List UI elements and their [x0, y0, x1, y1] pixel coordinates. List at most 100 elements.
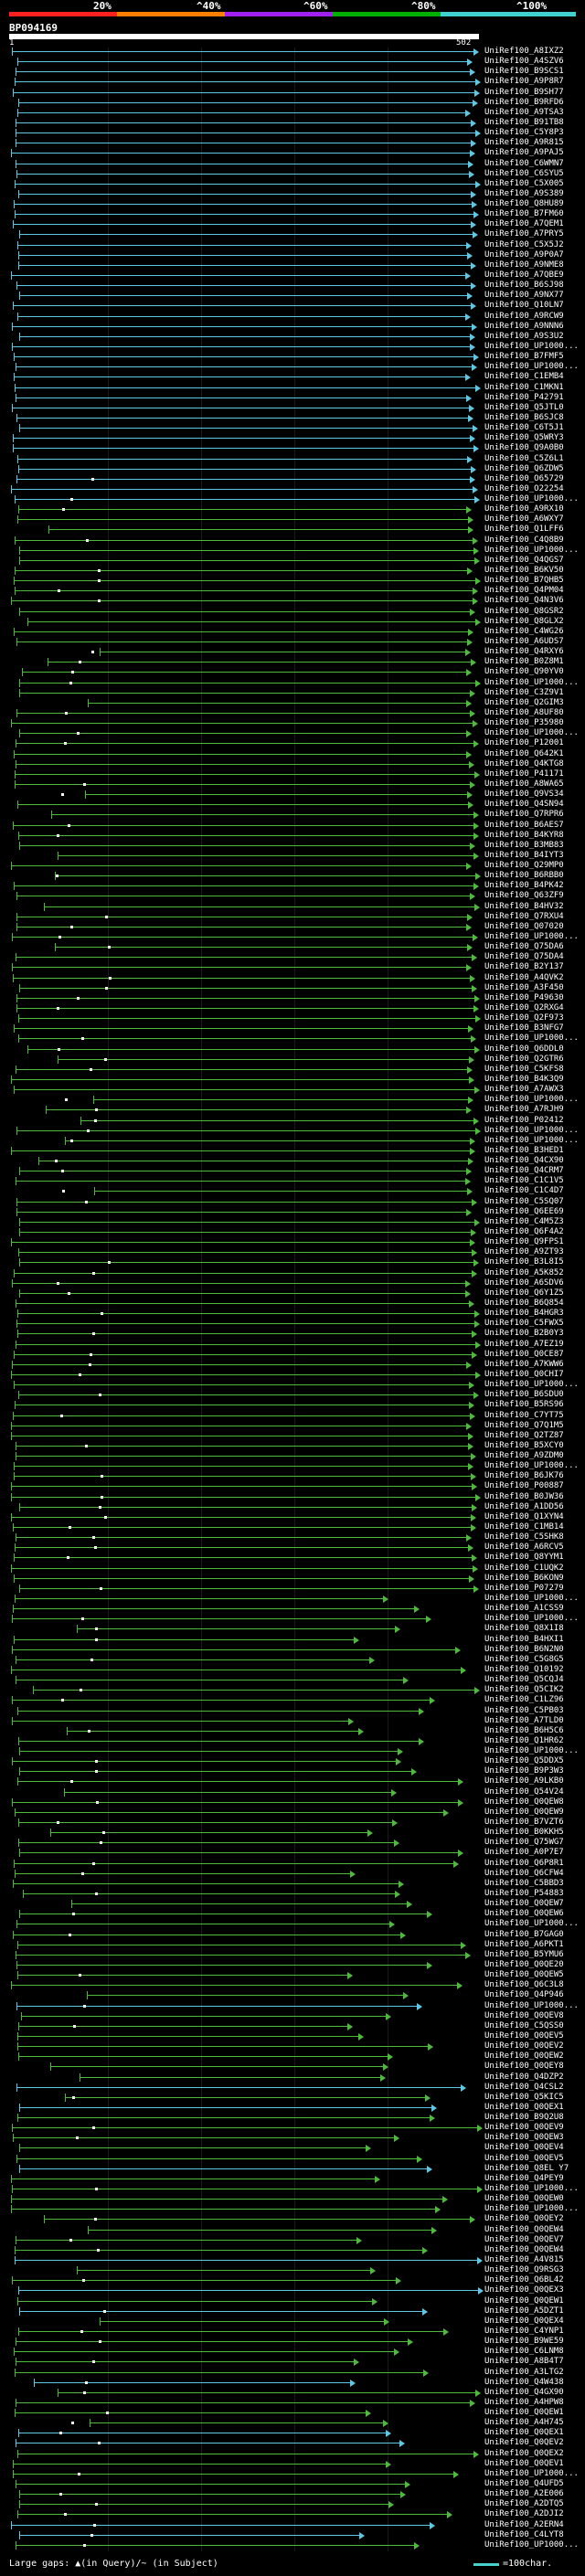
alignment-row[interactable]: UniRef100_O65729 [0, 474, 585, 483]
alignment-row[interactable]: UniRef100_A9ZT93 [0, 1247, 585, 1257]
alignment-row[interactable]: UniRef100_P12001 [0, 738, 585, 748]
hit-label[interactable]: UniRef100_C4Q8B9 [484, 535, 564, 545]
hit-label[interactable]: UniRef100_Q10LN7 [484, 301, 564, 310]
hit-label[interactable]: UniRef100_C5PB03 [484, 1706, 564, 1715]
hit-label[interactable]: UniRef100_Q0QEW5 [484, 1970, 564, 1979]
alignment-row[interactable]: UniRef100_B6KV50 [0, 566, 585, 576]
alignment-row[interactable]: UniRef100_B6AES7 [0, 821, 585, 830]
alignment-row[interactable]: UniRef100_Q90YV0 [0, 667, 585, 677]
alignment-row[interactable]: UniRef100_Q8EL Y7 [0, 2164, 585, 2173]
alignment-row[interactable]: UniRef100_Q4RXY6 [0, 647, 585, 657]
alignment-row[interactable]: UniRef100_Q4GX90 [0, 2388, 585, 2397]
alignment-row[interactable]: UniRef100_B4IYT3 [0, 851, 585, 860]
hit-label[interactable]: UniRef100_C4YNP1 [484, 2327, 564, 2336]
alignment-row[interactable]: UniRef100_B7QHB5 [0, 576, 585, 586]
hit-label[interactable]: UniRef100_UP1000... [484, 546, 579, 555]
hit-label[interactable]: UniRef100_A6PKT1 [484, 1940, 564, 1949]
alignment-row[interactable]: UniRef100_UP1000... [0, 342, 585, 351]
alignment-row[interactable]: UniRef100_Q1LFF6 [0, 525, 585, 535]
hit-label[interactable]: UniRef100_UP1000... [484, 1919, 579, 1928]
hit-label[interactable]: UniRef100_Q0QEY2 [484, 2214, 564, 2223]
alignment-row[interactable]: UniRef100_Q0QEV4 [0, 2143, 585, 2153]
alignment-row[interactable]: UniRef100_Q4PEY9 [0, 2174, 585, 2183]
hit-label[interactable]: UniRef100_Q4PM04 [484, 586, 564, 595]
hit-label[interactable]: UniRef100_Q0QEW1 [484, 2408, 564, 2417]
alignment-row[interactable]: UniRef100_A4SZV6 [0, 57, 585, 67]
hit-label[interactable]: UniRef100_A9NX77 [484, 291, 564, 300]
alignment-row[interactable]: UniRef100_Q0QEV7 [0, 2235, 585, 2244]
hit-label[interactable]: UniRef100_B7QHB5 [484, 576, 564, 585]
hit-label[interactable]: UniRef100_B6JK76 [484, 1471, 564, 1480]
hit-label[interactable]: UniRef100_C1LZ96 [484, 1695, 564, 1704]
alignment-row[interactable]: UniRef100_P41171 [0, 769, 585, 779]
hit-label[interactable]: UniRef100_Q6Y1Z5 [484, 1288, 564, 1298]
hit-label[interactable]: UniRef100_C6WMN7 [484, 159, 564, 168]
alignment-row[interactable]: UniRef100_Q1XYN4 [0, 1512, 585, 1521]
alignment-row[interactable]: UniRef100_A9NME8 [0, 260, 585, 270]
alignment-row[interactable]: UniRef100_Q4N3V6 [0, 596, 585, 606]
hit-label[interactable]: UniRef100_Q4GX90 [484, 2388, 564, 2397]
alignment-row[interactable]: UniRef100_C5X005 [0, 179, 585, 188]
hit-label[interactable]: UniRef100_B3MB83 [484, 841, 564, 850]
hit-label[interactable]: UniRef100_B3HED1 [484, 1146, 564, 1155]
hit-label[interactable]: UniRef100_UP1000... [484, 932, 579, 941]
alignment-row[interactable]: UniRef100_UP1000... [0, 2184, 585, 2194]
alignment-row[interactable]: UniRef100_Q4QGS7 [0, 556, 585, 565]
hit-label[interactable]: UniRef100_C5G8G5 [484, 1655, 564, 1664]
hit-label[interactable]: UniRef100_Q2RXG4 [484, 1003, 564, 1012]
hit-label[interactable]: UniRef100_UP1000... [484, 2001, 579, 2010]
hit-label[interactable]: UniRef100_C4WG26 [484, 627, 564, 636]
alignment-row[interactable]: UniRef100_Q8YYM1 [0, 1553, 585, 1563]
hit-label[interactable]: UniRef100_B4IYT3 [484, 851, 564, 860]
alignment-row[interactable]: UniRef100_UP1000... [0, 494, 585, 504]
alignment-row[interactable]: UniRef100_A9P8R7 [0, 77, 585, 87]
hit-label[interactable]: UniRef100_Q6ZDW5 [484, 464, 564, 473]
alignment-row[interactable]: UniRef100_P00887 [0, 1481, 585, 1491]
hit-label[interactable]: UniRef100_P35980 [484, 718, 564, 727]
alignment-row[interactable]: UniRef100_Q7RPR6 [0, 810, 585, 820]
alignment-row[interactable]: UniRef100_B7GAG0 [0, 1930, 585, 1939]
alignment-row[interactable]: UniRef100_Q8X1I8 [0, 1624, 585, 1634]
hit-label[interactable]: UniRef100_UP1000... [484, 1136, 579, 1145]
alignment-row[interactable]: UniRef100_UP1000... [0, 678, 585, 687]
alignment-row[interactable]: UniRef100_C3Z9V1 [0, 688, 585, 697]
alignment-row[interactable]: UniRef100_B91TB8 [0, 118, 585, 127]
alignment-row[interactable]: UniRef100_A9NNN6 [0, 322, 585, 331]
hit-label[interactable]: UniRef100_Q0QEW3 [484, 2133, 564, 2142]
hit-label[interactable]: UniRef100_Q4KTG8 [484, 759, 564, 769]
hit-label[interactable]: UniRef100_A6WXY7 [484, 514, 564, 524]
hit-label[interactable]: UniRef100_B5RS96 [484, 1400, 564, 1409]
alignment-row[interactable]: UniRef100_A2ERN4 [0, 2520, 585, 2529]
alignment-row[interactable]: UniRef100_B2B0Y3 [0, 1329, 585, 1339]
alignment-row[interactable]: UniRef100_UP1000... [0, 932, 585, 942]
hit-label[interactable]: UniRef100_A9PAJ5 [484, 148, 564, 157]
hit-label[interactable]: UniRef100_Q75WG7 [484, 1838, 564, 1847]
alignment-row[interactable]: UniRef100_C5G8G5 [0, 1655, 585, 1664]
hit-label[interactable]: UniRef100_B0JW36 [484, 1492, 564, 1501]
hit-label[interactable]: UniRef100_C4LYT8 [484, 2530, 564, 2539]
alignment-row[interactable]: UniRef100_B0KKH5 [0, 1828, 585, 1838]
alignment-row[interactable]: UniRef100_A7QEM1 [0, 219, 585, 229]
hit-label[interactable]: UniRef100_Q9VS34 [484, 790, 564, 799]
hit-label[interactable]: UniRef100_Q5CQJ4 [484, 1675, 564, 1684]
hit-label[interactable]: UniRef100_B4PK42 [484, 881, 564, 890]
alignment-row[interactable]: UniRef100_Q0CHI7 [0, 1370, 585, 1379]
alignment-row[interactable]: UniRef100_A7AWX3 [0, 1085, 585, 1095]
alignment-row[interactable]: UniRef100_C5X5J2 [0, 240, 585, 249]
alignment-row[interactable]: UniRef100_A9RCW9 [0, 312, 585, 321]
alignment-row[interactable]: UniRef100_UP1000... [0, 1461, 585, 1471]
alignment-row[interactable]: UniRef100_UP1000... [0, 1126, 585, 1135]
hit-label[interactable]: UniRef100_Q0QEV4 [484, 2143, 564, 2152]
hit-label[interactable]: UniRef100_Q8EL Y7 [484, 2164, 569, 2173]
hit-label[interactable]: UniRef100_A7PRY5 [484, 229, 564, 239]
alignment-row[interactable]: UniRef100_A5DZT1 [0, 2306, 585, 2316]
hit-label[interactable]: UniRef100_B9SCS1 [484, 67, 564, 76]
alignment-row[interactable]: UniRef100_C6T5J1 [0, 423, 585, 433]
alignment-row[interactable]: UniRef100_Q0QEV8 [0, 2011, 585, 2020]
hit-label[interactable]: UniRef100_P54883 [484, 1889, 564, 1898]
hit-label[interactable]: UniRef100_UP1000... [484, 1126, 579, 1135]
alignment-row[interactable]: UniRef100_Q0QEW8 [0, 1797, 585, 1807]
hit-label[interactable]: UniRef100_Q8YYM1 [484, 1553, 564, 1562]
alignment-row[interactable]: UniRef100_Q5CIK2 [0, 1685, 585, 1695]
hit-label[interactable]: UniRef100_Q0QEW8 [484, 1797, 564, 1807]
